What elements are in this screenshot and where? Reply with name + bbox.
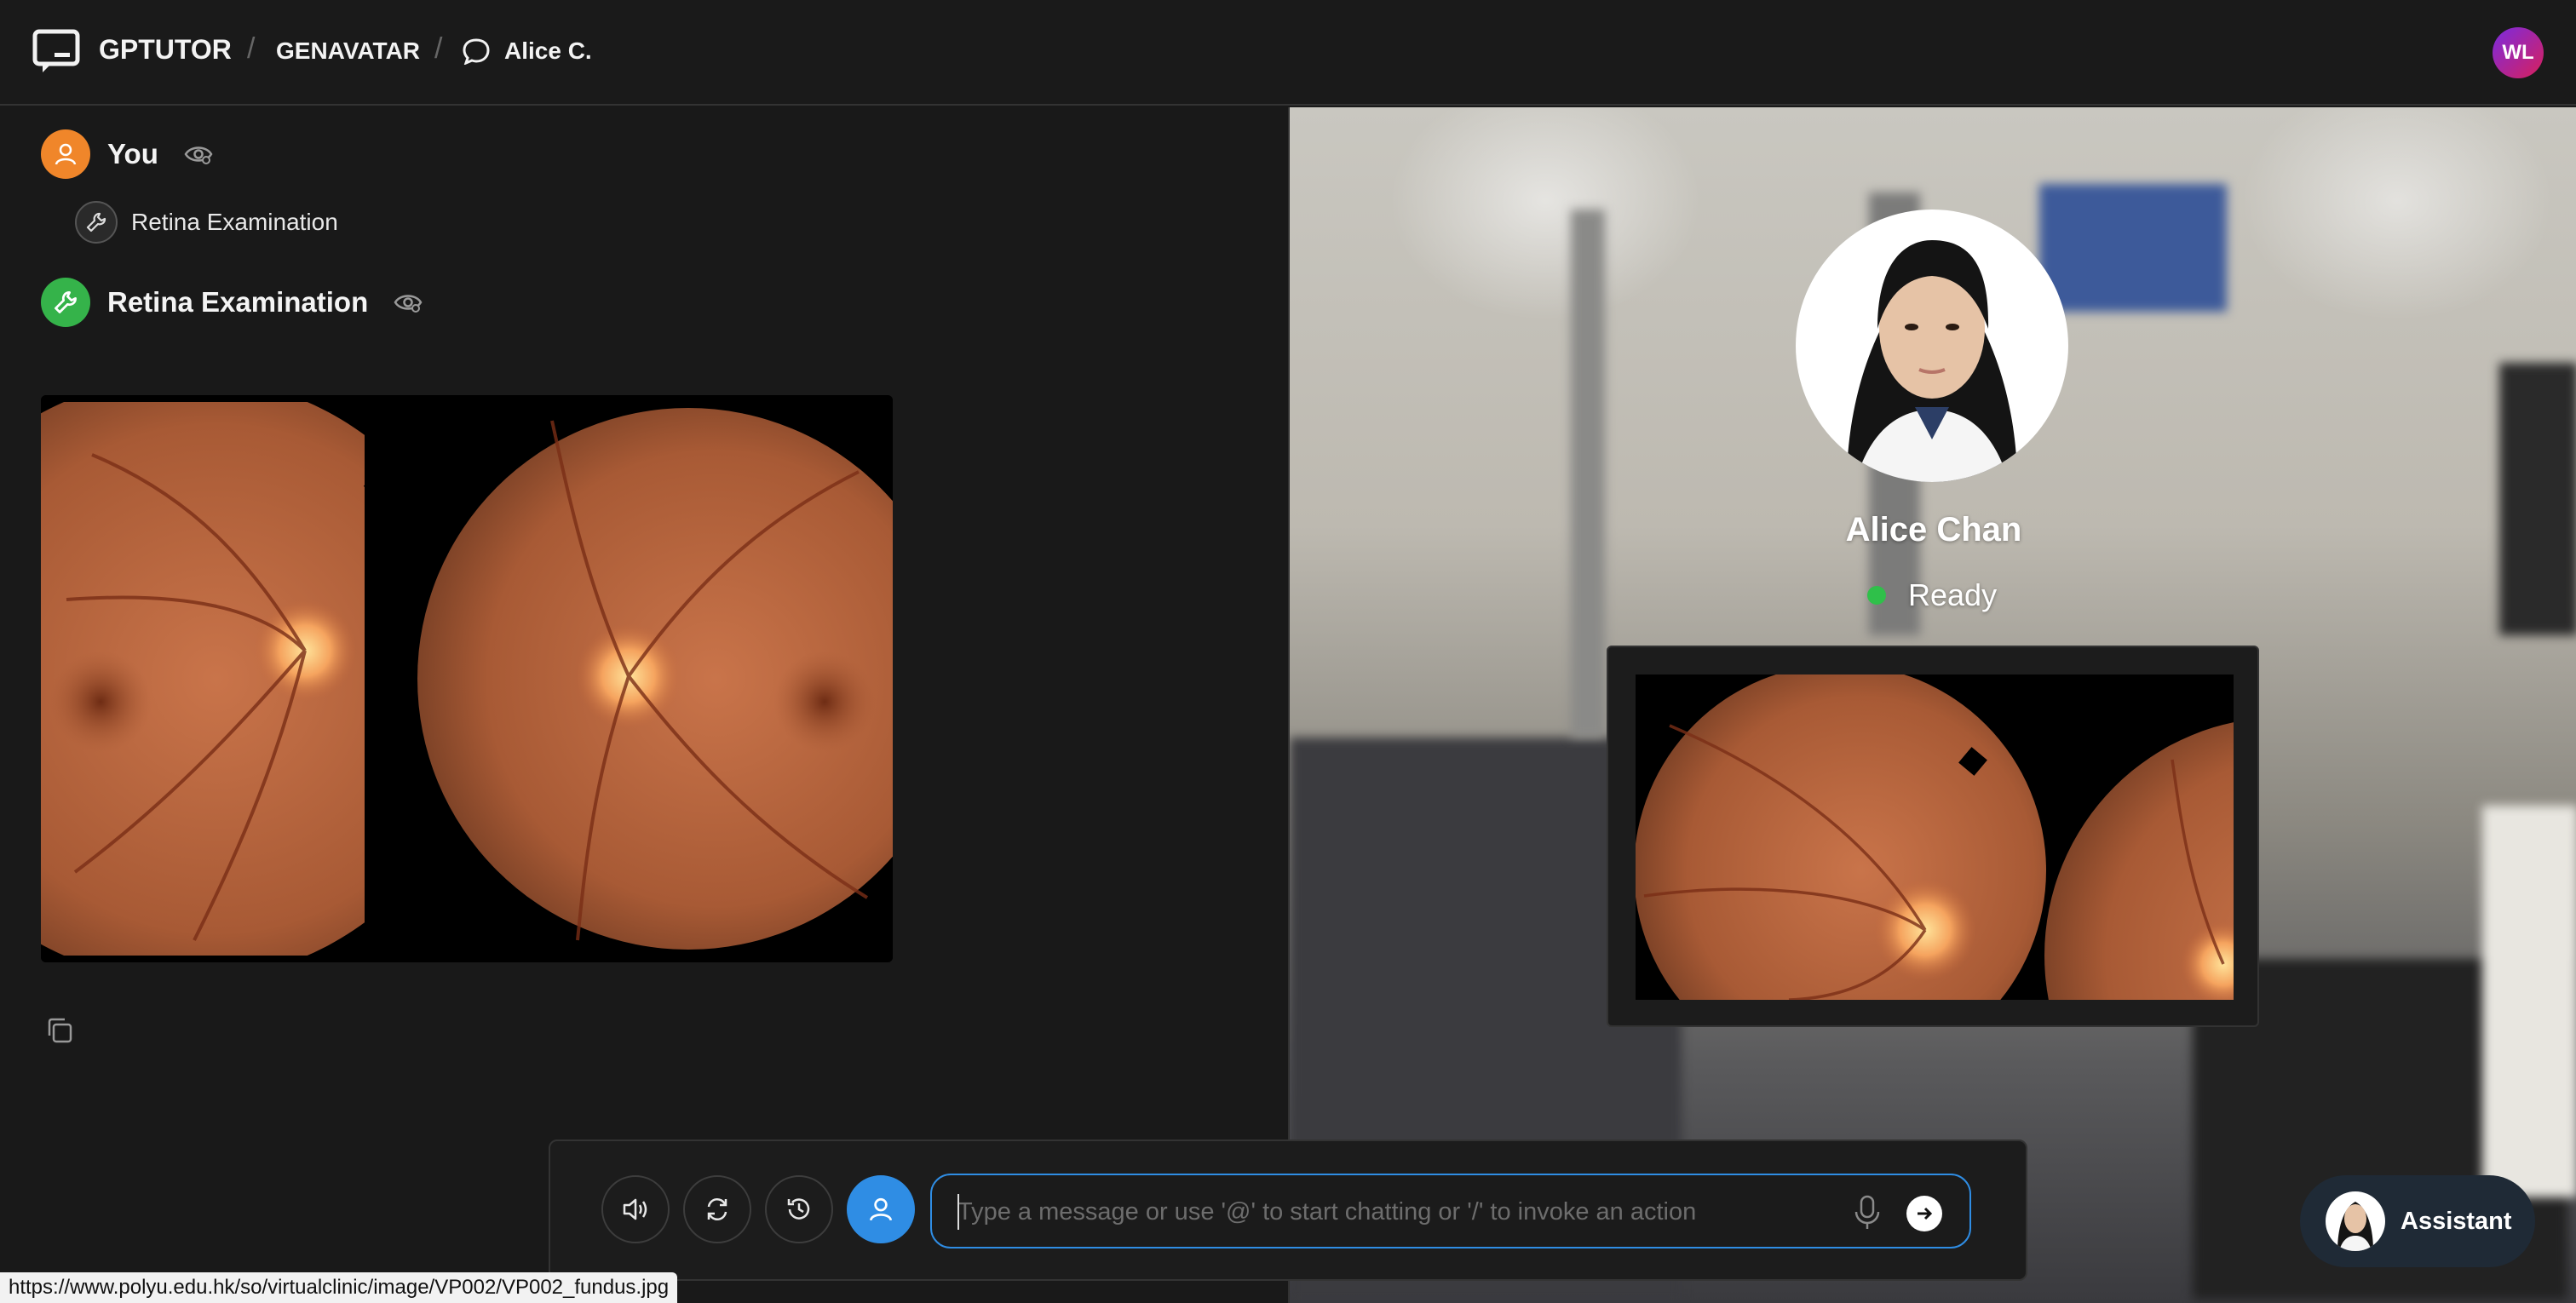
background-monitor bbox=[2039, 184, 2227, 312]
avatar-scene-panel: Alice Chan Ready bbox=[1288, 107, 2576, 1303]
top-navigation-bar: GPTUTOR / GENAVATAR / Alice C. WL bbox=[0, 0, 2576, 106]
user-avatar[interactable]: WL bbox=[2493, 27, 2544, 78]
chat-bubble-icon bbox=[463, 38, 490, 65]
microphone-icon[interactable] bbox=[1852, 1194, 1883, 1231]
chat-composer bbox=[549, 1139, 2027, 1281]
background-chair bbox=[2482, 806, 2576, 1197]
background-equipment bbox=[1571, 210, 1605, 738]
gptutor-logo-icon[interactable] bbox=[32, 29, 80, 75]
speaker-button[interactable] bbox=[601, 1175, 670, 1243]
refresh-button[interactable] bbox=[683, 1175, 751, 1243]
visibility-toggle-icon[interactable] bbox=[394, 291, 423, 313]
user-message-header: You bbox=[41, 129, 213, 179]
assistant-label: Assistant bbox=[2401, 1207, 2512, 1235]
avatar-name: Alice Chan bbox=[1845, 511, 2022, 548]
message-author: You bbox=[107, 138, 158, 169]
status-label: Ready bbox=[1908, 577, 1998, 612]
fundus-image bbox=[1636, 674, 2234, 1000]
app-name[interactable]: GPTUTOR bbox=[99, 34, 232, 66]
status-dot bbox=[1867, 586, 1886, 605]
message-author: Retina Examination bbox=[107, 286, 369, 318]
person-icon bbox=[869, 1197, 893, 1221]
wrench-icon bbox=[41, 278, 90, 327]
tool-call-chip[interactable]: Retina Examination bbox=[75, 201, 338, 244]
avatar-status: Ready bbox=[1867, 577, 1997, 613]
history-icon bbox=[787, 1198, 810, 1220]
user-avatar-icon bbox=[41, 129, 90, 179]
message-input[interactable] bbox=[957, 1191, 1843, 1233]
visibility-toggle-icon[interactable] bbox=[184, 143, 213, 165]
message-input-container bbox=[930, 1174, 1971, 1248]
refresh-icon bbox=[707, 1198, 727, 1220]
assistant-avatar bbox=[2326, 1191, 2385, 1251]
history-button[interactable] bbox=[765, 1175, 833, 1243]
shared-image-preview[interactable] bbox=[1607, 646, 2259, 1027]
breadcrumb-separator: / bbox=[434, 32, 443, 65]
send-button[interactable] bbox=[1906, 1196, 1942, 1231]
copy-icon[interactable] bbox=[44, 1015, 75, 1046]
avatar-portrait bbox=[1796, 210, 2068, 482]
status-url-tooltip: https://www.polyu.edu.hk/so/virtualclini… bbox=[0, 1272, 678, 1303]
speaker-icon bbox=[623, 1198, 647, 1220]
retina-photo bbox=[41, 395, 893, 962]
fundus-image[interactable] bbox=[41, 395, 893, 962]
breadcrumb-separator: / bbox=[247, 32, 256, 65]
persona-button[interactable] bbox=[847, 1175, 915, 1243]
text-caret bbox=[957, 1194, 959, 1230]
tool-call-label: Retina Examination bbox=[131, 209, 338, 235]
breadcrumb-section[interactable]: GENAVATAR bbox=[276, 37, 420, 65]
wrench-icon bbox=[75, 201, 118, 244]
conversation-panel: You Retina Examination Retina Examinatio… bbox=[0, 107, 1288, 1303]
tool-message-header: Retina Examination bbox=[41, 278, 423, 327]
arrow-right-icon bbox=[1918, 1207, 1933, 1220]
background-equipment bbox=[2499, 363, 2576, 635]
assistant-button[interactable]: Assistant bbox=[2300, 1175, 2535, 1267]
chat-title[interactable]: Alice C. bbox=[504, 37, 592, 65]
